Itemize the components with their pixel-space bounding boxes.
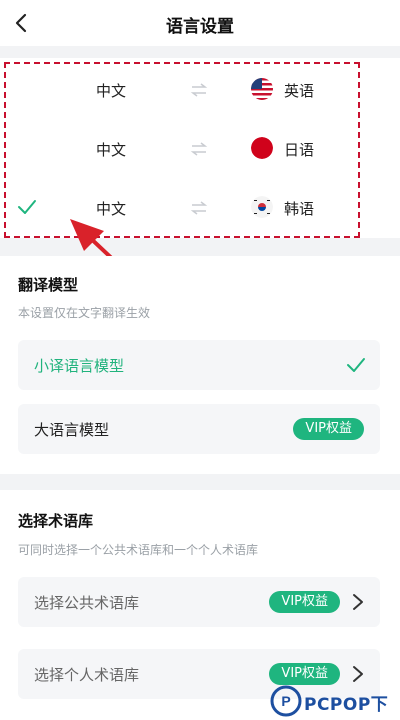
vip-badge: VIP权益 (293, 418, 364, 440)
swap-icon (190, 142, 208, 156)
chevron-right-icon (353, 594, 363, 610)
source-language: 中文 (96, 200, 127, 218)
vip-badge: VIP权益 (269, 591, 340, 613)
section-description: 可同时选择一个公共术语库和一个个人术语库 (18, 543, 259, 557)
watermark: P PCPOP下载 (268, 682, 400, 720)
page-title: 语言设置 (166, 17, 234, 37)
source-language: 中文 (96, 82, 127, 100)
target-language: 英语 (284, 82, 315, 100)
kr-flag-icon (251, 196, 273, 218)
language-pair-english[interactable]: 中文 英语 (0, 60, 400, 118)
swap-icon (190, 201, 208, 215)
us-flag-icon (251, 78, 273, 100)
header-bar: 语言设置 (0, 0, 400, 46)
watermark-logo-icon: P (270, 685, 302, 717)
language-pair-korean[interactable]: 中文 韩语 (0, 178, 400, 236)
model-option-xiaoyi[interactable]: 小译语言模型 (18, 340, 380, 390)
section-description: 本设置仅在文字翻译生效 (18, 306, 151, 320)
swap-icon (190, 83, 208, 97)
option-label: 选择公共术语库 (34, 594, 140, 612)
check-icon (18, 200, 36, 214)
source-language: 中文 (96, 141, 127, 159)
option-label: 选择个人术语库 (34, 666, 140, 684)
language-pair-list: 中文 英语 中文 日语 中文 韩语 (0, 58, 400, 238)
public-glossary-option[interactable]: 选择公共术语库 VIP权益 (18, 577, 380, 627)
model-option-llm[interactable]: 大语言模型 VIP权益 (18, 404, 380, 454)
check-icon (347, 358, 365, 372)
target-language: 韩语 (284, 200, 315, 218)
target-language: 日语 (284, 141, 315, 159)
translation-model-section: 翻译模型 本设置仅在文字翻译生效 小译语言模型 大语言模型 VIP权益 (0, 256, 400, 474)
chevron-right-icon (353, 666, 363, 682)
language-pair-japanese[interactable]: 中文 日语 (0, 119, 400, 177)
jp-flag-icon (251, 137, 273, 159)
option-label: 小译语言模型 (34, 357, 125, 375)
svg-text:P: P (281, 693, 290, 709)
watermark-text: PCPOP下载 (304, 695, 389, 715)
option-label: 大语言模型 (34, 421, 110, 439)
section-title: 翻译模型 (18, 276, 79, 294)
section-title: 选择术语库 (18, 512, 94, 530)
